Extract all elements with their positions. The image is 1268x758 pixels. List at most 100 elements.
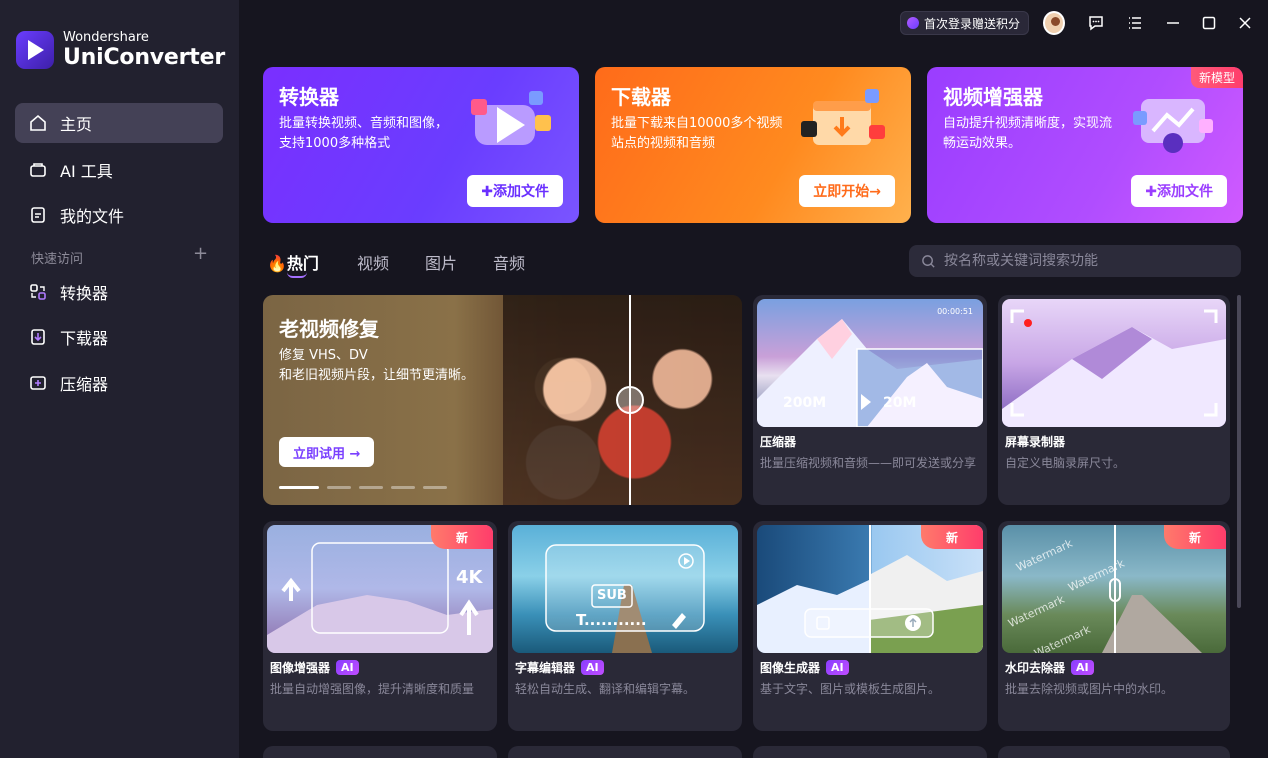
sidebar-item-label: 下载器 [60, 329, 109, 348]
tool-card-screen-recorder[interactable]: 屏幕录制器 自定义电脑录屏尺寸。 [998, 295, 1230, 505]
sidebar-item-label: AI 工具 [60, 162, 113, 181]
fire-icon: 🔥 [267, 254, 287, 273]
active-tab-indicator [287, 272, 307, 278]
home-icon [28, 113, 48, 133]
tool-desc: 批量去除视频或图片中的水印。 [1005, 682, 1174, 696]
tab-image[interactable]: 图片 [425, 250, 457, 274]
brand-main: UniConverter [63, 45, 225, 70]
tab-label: 热门 [286, 254, 319, 273]
video-enhancer-card[interactable]: 新模型 视频增强器 自动提升视频清晰度，实现流畅运动效果。 ✚添加文件 [927, 67, 1243, 223]
converter-illustration-icon [471, 91, 551, 145]
tool-desc: 轻松自动生成、翻译和编辑字幕。 [515, 682, 696, 696]
card-desc: 批量转换视频、音频和图像，支持1000多种格式 [279, 116, 449, 151]
search-box[interactable] [909, 245, 1241, 277]
tool-desc: 批量自动增强图像，提升清晰度和质量 [270, 682, 475, 696]
mountain-icon [1002, 309, 1226, 427]
compare-handle-icon[interactable] [616, 386, 644, 414]
maximize-icon[interactable] [1198, 12, 1220, 34]
carousel-dots [279, 486, 447, 489]
tool-card-subtitle-editor[interactable]: SUB T........... 字幕编辑器 AI 轻松自动生成、翻译和编辑字幕。 [508, 521, 742, 731]
new-badge: 新 [431, 525, 493, 549]
carousel-dot[interactable] [391, 486, 415, 489]
try-now-button[interactable]: 立即试用 → [279, 437, 375, 467]
ai-badge: AI [1071, 660, 1094, 675]
tool-name: 压缩器 [760, 435, 797, 449]
tool-name: 图像生成器 [760, 661, 821, 675]
compressor-thumbnail: 200M 20M 00:00:51 [757, 299, 983, 427]
sidebar-item-downloader[interactable]: 下载器 [15, 317, 223, 357]
ai-tools-icon [28, 160, 48, 180]
sidebar-item-my-files[interactable]: 我的文件 [15, 195, 223, 235]
sub-label: SUB [597, 588, 627, 603]
hero-banner[interactable]: 老视频修复 修复 VHS、DV 和老旧视频片段，让细节更清晰。 立即试用 → [263, 295, 742, 505]
feedback-icon[interactable] [1085, 12, 1107, 34]
tool-card-partial[interactable] [508, 746, 742, 758]
resolution-label: 4K [456, 567, 483, 588]
tab-hot[interactable]: 🔥热门 [267, 250, 319, 274]
downloader-icon [28, 327, 48, 347]
sidebar-item-ai-tools[interactable]: AI 工具 [15, 150, 223, 190]
tool-card-partial[interactable] [263, 746, 497, 758]
hero-desc-line: 和老旧视频片段，让细节更清晰。 [279, 368, 475, 383]
sidebar-item-label: 压缩器 [60, 375, 109, 394]
downloader-illustration-icon [801, 89, 885, 145]
gift-icon [907, 17, 919, 29]
scrollbar[interactable] [1237, 295, 1241, 608]
new-badge: 新 [921, 525, 983, 549]
subtitle-editor-thumbnail: SUB T........... [512, 525, 738, 653]
sidebar-item-converter[interactable]: 转换器 [15, 272, 223, 312]
downloader-card[interactable]: 下载器 批量下载来自10000多个视频站点的视频和音频 立即开始→ [595, 67, 911, 223]
ai-badge: AI [581, 660, 604, 675]
search-input[interactable] [944, 253, 1224, 269]
carousel-dot[interactable] [279, 486, 319, 489]
tool-name: 图像增强器 [270, 661, 331, 675]
card-title: 下载器 [611, 85, 671, 109]
hero-title: 老视频修复 [279, 317, 379, 341]
tool-name: 字幕编辑器 [515, 661, 576, 675]
user-avatar[interactable] [1043, 11, 1065, 35]
sidebar-item-label: 转换器 [60, 284, 109, 303]
brand-top: Wondershare [63, 30, 149, 45]
hero-desc: 修复 VHS、DV 和老旧视频片段，让细节更清晰。 [279, 346, 509, 386]
tab-audio[interactable]: 音频 [493, 250, 525, 274]
close-icon[interactable] [1234, 12, 1256, 34]
tool-card-image-generator[interactable]: 新 图像生成器 AI 基于文字、图片或模板生成图片。 [753, 521, 987, 731]
arrow-right-icon [861, 394, 871, 410]
converter-card[interactable]: 转换器 批量转换视频、音频和图像，支持1000多种格式 ✚添加文件 [263, 67, 579, 223]
converter-icon [28, 282, 48, 302]
text-line-label: T........... [576, 611, 647, 629]
new-badge: 新 [1164, 525, 1226, 549]
add-file-button[interactable]: ✚添加文件 [1131, 175, 1227, 207]
size-before-label: 200M [783, 395, 827, 411]
sidebar-item-home[interactable]: 主页 [15, 103, 223, 143]
carousel-dot[interactable] [423, 486, 447, 489]
tab-video[interactable]: 视频 [357, 250, 389, 274]
tool-card-partial[interactable] [998, 746, 1230, 758]
promo-label: 首次登录赠送积分 [924, 16, 1021, 31]
login-promo-button[interactable]: 首次登录赠送积分 [900, 11, 1030, 35]
sidebar-item-compressor[interactable]: 压缩器 [15, 363, 223, 403]
screen-recorder-thumbnail [1002, 299, 1226, 427]
carousel-dot[interactable] [359, 486, 383, 489]
carousel-dot[interactable] [327, 486, 351, 489]
tool-name: 水印去除器 [1005, 661, 1066, 675]
duration-label: 00:00:51 [937, 307, 973, 316]
quick-access-label: 快速访问 [31, 252, 84, 267]
compressor-icon [28, 373, 48, 393]
start-now-button[interactable]: 立即开始→ [799, 175, 895, 207]
menu-icon[interactable] [1124, 12, 1146, 34]
logo-icon [16, 31, 54, 69]
tool-card-image-enhancer[interactable]: 4K 新 图像增强器 AI 批量自动增强图像，提升清晰度和质量 [263, 521, 497, 731]
add-file-button[interactable]: ✚添加文件 [467, 175, 563, 207]
size-after-label: 20M [883, 395, 917, 411]
avatar-icon [1043, 11, 1065, 35]
quick-access-add-icon[interactable]: + [193, 243, 208, 264]
search-icon [922, 254, 935, 268]
tool-desc: 基于文字、图片或模板生成图片。 [760, 682, 941, 696]
file-icon [28, 205, 48, 225]
hero-desc-line: 修复 VHS、DV [279, 348, 368, 363]
tool-card-compressor[interactable]: 200M 20M 00:00:51 压缩器 批量压缩视频和音频——即可发送或分享 [753, 295, 987, 505]
minimize-icon[interactable] [1162, 12, 1184, 34]
tool-card-partial[interactable] [753, 746, 987, 758]
tool-card-watermark-remover[interactable]: Watermark Watermark Watermark Watermark … [998, 521, 1230, 731]
